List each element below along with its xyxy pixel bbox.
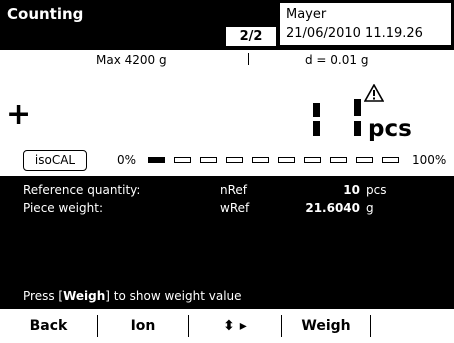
row-value: 21.6040 [305,201,360,215]
row-code: nRef [220,183,248,197]
isocal-button[interactable]: isoCAL [23,150,87,171]
title-bar: Counting 2/2 Mayer 21/06/2010 11.19.26 [0,0,454,50]
digit-segment [354,99,361,116]
bargraph-cell [356,157,373,163]
row-unit: g [366,201,374,215]
row-unit: pcs [366,183,387,197]
ion-softkey[interactable]: Ion [98,309,188,343]
user-name: Mayer [286,7,327,22]
page-indicator: 2/2 [226,27,276,46]
readability-label: d = 0.01 g [305,53,369,67]
max-capacity-label: Max 4200 g [96,53,167,67]
row-value: 10 [343,183,360,197]
bargraph-cell [330,157,347,163]
bargraph-cell [252,157,269,163]
digit-segment [313,103,320,117]
info-panel: Reference quantity: nRef 10 pcs Piece we… [0,176,454,309]
bargraph-cell [226,157,243,163]
hint-prefix: Press [ [23,289,64,303]
range-tick [248,53,249,65]
hint-suffix: ] to show weight value [105,289,242,303]
sign-indicator: + [6,97,32,132]
weigh-softkey[interactable]: Weigh [282,309,370,343]
empty-softkey[interactable] [371,309,454,343]
digit-segment [354,121,361,136]
hint-text: Press [Weigh] to show weight value [23,289,242,303]
progress-end-label: 100% [412,153,447,167]
row-label: Piece weight: [23,201,103,215]
datetime: 21/06/2010 11.19.26 [286,26,423,41]
reference-quantity-row: Reference quantity: nRef 10 pcs [0,183,454,199]
bargraph-cell [200,157,217,163]
progress-start-label: 0% [117,153,137,167]
bargraph-cell [304,157,321,163]
hint-key: Weigh [63,289,106,303]
app-title: Counting [7,5,84,23]
row-label: Reference quantity: [23,183,141,197]
row-code: wRef [220,201,250,215]
user-info-box: Mayer 21/06/2010 11.19.26 [279,2,452,46]
navigate-softkey[interactable]: ⬍ ▸ [189,309,281,343]
bargraph-cell [174,157,191,163]
bargraph-cell [382,157,399,163]
back-softkey[interactable]: Back [0,309,97,343]
softkey-bar: Back Ion ⬍ ▸ Weigh [0,309,454,343]
bargraph-cell [148,157,165,163]
unit-label: pcs [368,116,412,142]
digit-segment [313,121,320,136]
piece-weight-row: Piece weight: wRef 21.6040 g [0,201,454,217]
warning-triangle-icon [364,84,384,102]
bargraph-cell [278,157,295,163]
